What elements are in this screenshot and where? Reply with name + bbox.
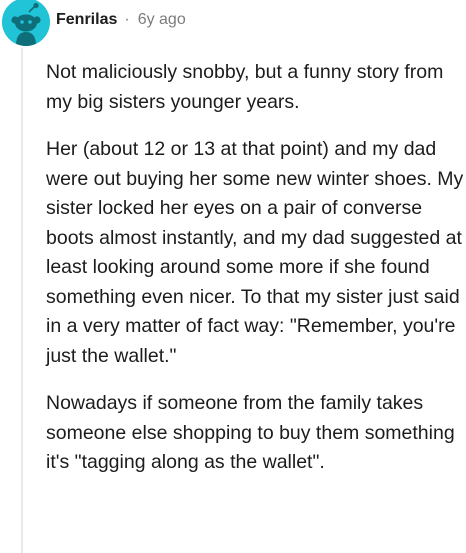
comment: Fenrilas · 6y ago Not maliciously snobby… [0, 0, 466, 553]
comment-paragraph: Her (about 12 or 13 at that point) and m… [46, 138, 464, 367]
meta-separator: · [124, 11, 130, 28]
comment-paragraph: Not maliciously snobby, but a funny stor… [46, 61, 444, 113]
comment-body: Not maliciously snobby, but a funny stor… [46, 58, 464, 496]
comment-header: Fenrilas · 6y ago [56, 8, 186, 32]
comment-author[interactable]: Fenrilas [56, 11, 117, 29]
comment-timestamp[interactable]: 6y ago [138, 11, 186, 29]
snoo-avatar-icon [2, 0, 50, 46]
thread-line[interactable] [21, 48, 23, 553]
comment-paragraph: Nowadays if someone from the family take… [46, 392, 455, 473]
user-avatar[interactable] [2, 0, 50, 46]
